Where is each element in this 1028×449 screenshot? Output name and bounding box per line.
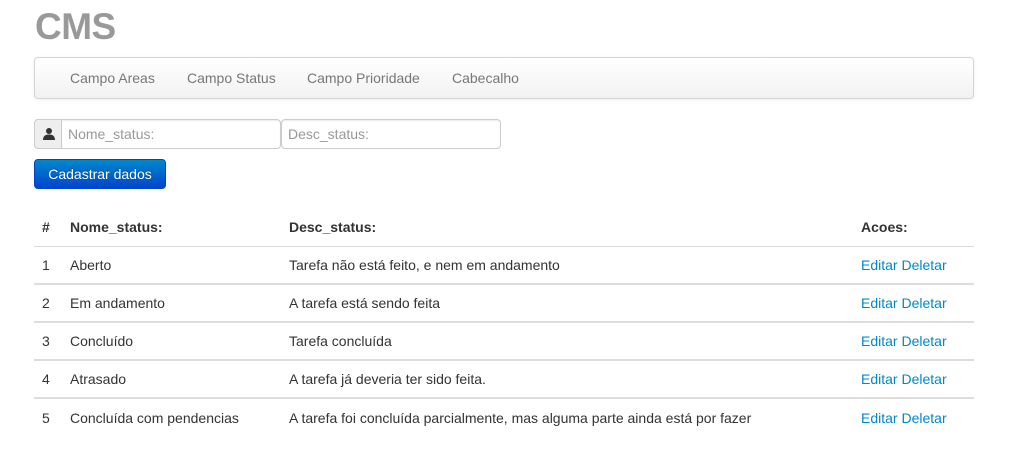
table-row: 3 Concluído Tarefa concluída Editar Dele… — [34, 321, 974, 360]
edit-link[interactable]: Editar — [861, 257, 898, 273]
cadastrar-button[interactable]: Cadastrar dados — [34, 159, 166, 189]
row-actions: Editar Deletar — [853, 359, 974, 398]
row-nome: Concluído — [62, 321, 281, 360]
status-table: # Nome_status: Desc_status: Acoes: 1 Abe… — [34, 208, 974, 436]
edit-link[interactable]: Editar — [861, 410, 898, 426]
nav-item-campo-prioridade[interactable]: Campo Prioridade — [307, 58, 420, 98]
row-desc: A tarefa está sendo feita — [281, 283, 853, 322]
row-actions: Editar Deletar — [853, 321, 974, 360]
row-nome: Atrasado — [62, 359, 281, 398]
nav-item-campo-areas[interactable]: Campo Areas — [70, 58, 155, 98]
header-id: # — [42, 218, 50, 235]
table-row: 5 Concluída com pendencias A tarefa foi … — [34, 397, 974, 436]
user-icon-addon — [34, 119, 62, 149]
table-row: 1 Aberto Tarefa não está feito, e nem em… — [34, 245, 974, 284]
delete-link[interactable]: Deletar — [901, 333, 946, 349]
nav-item-cabecalho[interactable]: Cabecalho — [452, 58, 519, 98]
row-id: 4 — [34, 359, 62, 398]
row-id: 5 — [34, 397, 62, 436]
row-actions: Editar Deletar — [853, 245, 974, 284]
nome-status-input[interactable] — [61, 119, 281, 149]
row-id: 3 — [34, 321, 62, 360]
brand-title: CMS — [35, 6, 116, 47]
header-nome-status: Nome_status: — [70, 218, 163, 235]
table-header-row: # Nome_status: Desc_status: Acoes: — [34, 208, 974, 246]
row-desc: A tarefa foi concluída parcialmente, mas… — [281, 397, 853, 436]
header-desc-status: Desc_status: — [289, 218, 377, 235]
row-desc: Tarefa não está feito, e nem em andament… — [281, 245, 853, 284]
edit-link[interactable]: Editar — [861, 333, 898, 349]
nav-item-campo-status[interactable]: Campo Status — [187, 58, 276, 98]
desc-status-input[interactable] — [281, 119, 501, 149]
delete-link[interactable]: Deletar — [901, 257, 946, 273]
row-id: 2 — [34, 283, 62, 322]
row-actions: Editar Deletar — [853, 283, 974, 322]
user-icon — [43, 128, 55, 140]
table-row: 2 Em andamento A tarefa está sendo feita… — [34, 283, 974, 322]
edit-link[interactable]: Editar — [861, 371, 898, 387]
row-nome: Aberto — [62, 245, 281, 284]
row-nome: Concluída com pendencias — [62, 397, 281, 436]
table-row: 4 Atrasado A tarefa já deveria ter sido … — [34, 359, 974, 398]
row-actions: Editar Deletar — [853, 397, 974, 436]
delete-link[interactable]: Deletar — [901, 295, 946, 311]
delete-link[interactable]: Deletar — [901, 371, 946, 387]
edit-link[interactable]: Editar — [861, 295, 898, 311]
row-nome: Em andamento — [62, 283, 281, 322]
navbar: Campo Areas Campo Status Campo Prioridad… — [34, 57, 974, 99]
delete-link[interactable]: Deletar — [901, 410, 946, 426]
row-desc: Tarefa concluída — [281, 321, 853, 360]
header-acoes: Acoes: — [861, 218, 908, 235]
row-desc: A tarefa já deveria ter sido feita. — [281, 359, 853, 398]
row-id: 1 — [34, 245, 62, 284]
